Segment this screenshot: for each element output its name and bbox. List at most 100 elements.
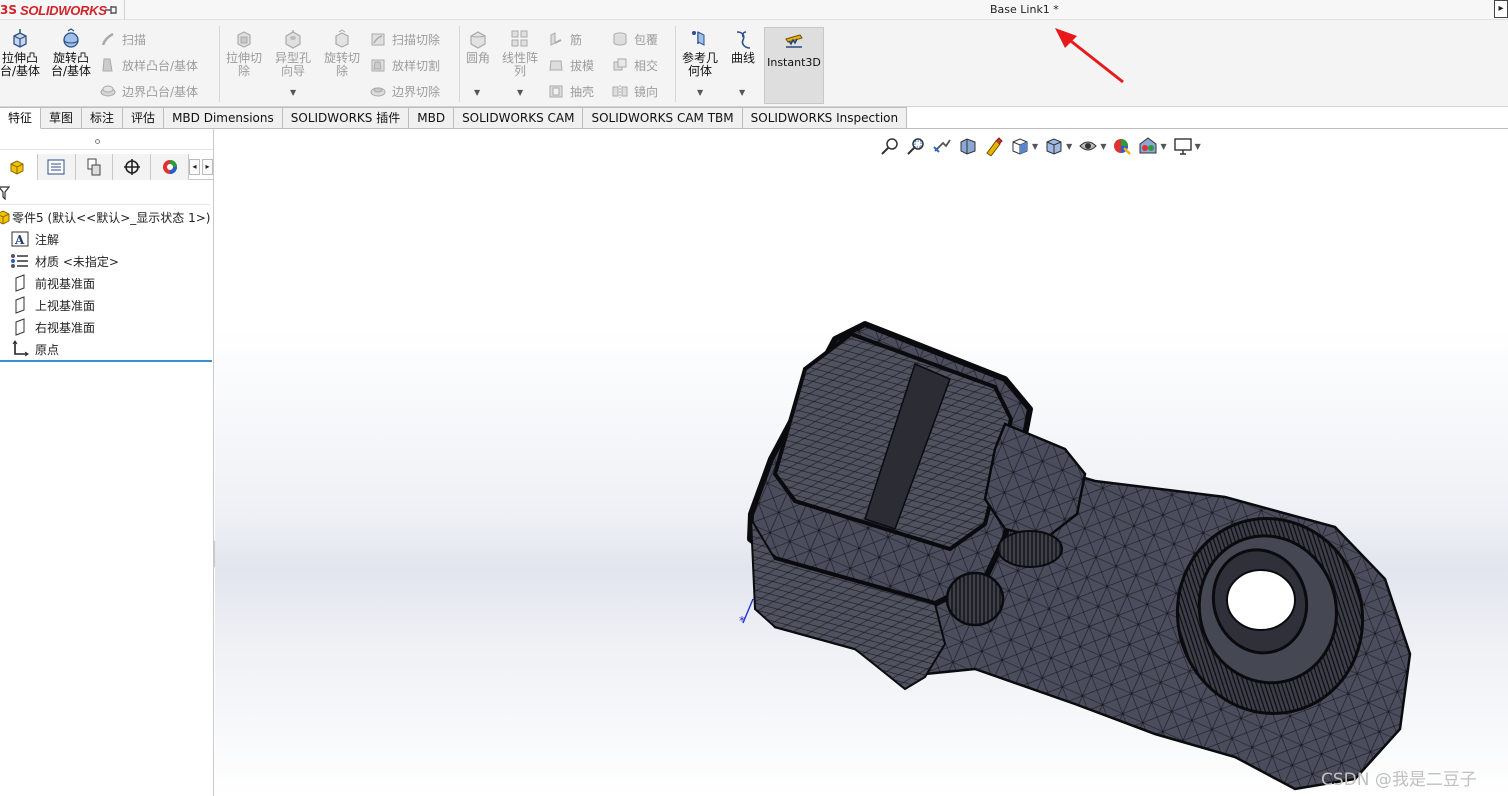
intersect-button[interactable]: 相交 bbox=[612, 55, 658, 75]
extrude-cut-label-2: 除 bbox=[237, 64, 250, 78]
boundary-boss-button[interactable]: 边界凸台/基体 bbox=[100, 81, 198, 101]
part-model[interactable]: * bbox=[215, 129, 1508, 796]
feature-manager-pane: ◂ ▸ 零件5 (默认<<默认>_显示状态 1>) A 注解 材质 <未指定> 前视基… bbox=[0, 129, 214, 796]
extrude-cut-label-1: 拉伸切 bbox=[225, 51, 262, 65]
linear-pattern-dropdown-icon[interactable]: ▼ bbox=[517, 88, 523, 97]
tree-item-label: 上视基准面 bbox=[35, 298, 96, 313]
draft-icon bbox=[549, 60, 563, 71]
tab-dimxpert-manager[interactable] bbox=[113, 154, 152, 180]
revolve-boss-label-2: 台/基体 bbox=[50, 64, 92, 78]
tab-configuration-manager[interactable] bbox=[75, 154, 114, 180]
tree-item-label: 原点 bbox=[35, 342, 60, 357]
extrude-cut-button[interactable]: 拉伸切 除 bbox=[222, 28, 266, 78]
watermark: CSDN @我是二豆子 bbox=[1321, 770, 1477, 790]
reference-geometry-button[interactable]: 参考几 何体 bbox=[678, 28, 722, 78]
ribbon-divider bbox=[219, 26, 220, 102]
tree-root-part[interactable]: 零件5 (默认<<默认>_显示状态 1>) bbox=[0, 207, 210, 227]
filter-icon bbox=[0, 186, 10, 200]
material-icon bbox=[10, 252, 30, 270]
grip-dot-icon bbox=[95, 139, 100, 144]
tab-display-manager[interactable] bbox=[151, 154, 189, 180]
tab-property-manager[interactable] bbox=[37, 154, 76, 180]
tab-2[interactable]: 标注 bbox=[82, 107, 124, 129]
wrap-button[interactable]: 包覆 bbox=[612, 29, 658, 49]
origin-icon bbox=[10, 340, 30, 358]
revolve-boss-button[interactable]: 旋转凸 台/基体 bbox=[48, 28, 94, 78]
rollback-bar[interactable] bbox=[0, 360, 212, 362]
revolve-cut-label-1: 旋转切 bbox=[323, 51, 360, 65]
tab-feature-manager[interactable] bbox=[0, 154, 38, 180]
tab-5[interactable]: SOLIDWORKS 插件 bbox=[282, 107, 410, 129]
tab-6[interactable]: MBD bbox=[409, 107, 455, 129]
curves-button[interactable]: 曲线 bbox=[726, 28, 760, 65]
revolve-cut-icon bbox=[335, 29, 349, 48]
reference-geometry-dropdown-icon[interactable]: ▼ bbox=[697, 88, 703, 97]
red-arrow-icon bbox=[1055, 28, 1124, 84]
linear-pattern-label-2: 列 bbox=[513, 64, 526, 78]
tab-1[interactable]: 草图 bbox=[41, 107, 83, 129]
hole-wizard-dropdown-icon[interactable]: ▼ bbox=[290, 88, 296, 97]
tab-3[interactable]: 评估 bbox=[123, 107, 165, 129]
lofted-cut-label: 放样切割 bbox=[392, 58, 441, 73]
fillet-dropdown-icon[interactable]: ▼ bbox=[474, 88, 480, 97]
curves-dropdown-icon[interactable]: ▼ bbox=[739, 88, 745, 97]
tree-item-1[interactable]: 材质 <未指定> bbox=[10, 251, 119, 271]
graphics-viewport[interactable]: ▼ ▼ ▼ ▼ ▼ * CSDN @我是二豆子 bbox=[215, 129, 1508, 796]
tree-item-5[interactable]: 原点 bbox=[10, 339, 59, 359]
extrude-cut-icon bbox=[237, 31, 251, 48]
extrude-boss-button[interactable]: 拉伸凸 台/基体 bbox=[0, 28, 42, 78]
configuration-manager-icon bbox=[87, 158, 101, 176]
fillet-button[interactable]: 圆角 bbox=[462, 28, 494, 65]
rib-button[interactable]: 筋 bbox=[548, 29, 582, 49]
expand-window-button[interactable]: ▸ bbox=[1494, 0, 1508, 18]
tree-item-2[interactable]: 前视基准面 bbox=[10, 273, 95, 293]
tab-7[interactable]: SOLIDWORKS CAM bbox=[454, 107, 584, 129]
lofted-cut-button[interactable]: 放样切割 bbox=[370, 55, 440, 75]
sweep-button[interactable]: 扫描 bbox=[100, 29, 146, 49]
swept-cut-button[interactable]: 扫描切除 bbox=[370, 29, 440, 49]
pane-grip[interactable] bbox=[0, 132, 213, 150]
shell-button[interactable]: 抽壳 bbox=[548, 81, 594, 101]
command-manager: 拉伸凸 台/基体 旋转凸 台/基体 扫描 放样凸台/基体 边界凸台/基体 拉伸切… bbox=[0, 20, 1508, 107]
extrude-boss-label-1: 拉伸凸 bbox=[1, 51, 38, 65]
brand-name-a: SOLID bbox=[20, 2, 59, 18]
mirror-icon bbox=[612, 85, 628, 98]
scroll-left-icon[interactable]: ◂ bbox=[188, 159, 200, 175]
linear-pattern-button[interactable]: 线性阵 列 bbox=[498, 28, 542, 78]
tree-root-label: 零件5 (默认<<默认>_显示状态 1>) bbox=[12, 210, 211, 225]
hole-wizard-label-2: 向导 bbox=[280, 64, 305, 78]
feature-manager-icon bbox=[10, 160, 24, 175]
mirror-button[interactable]: 镜向 bbox=[612, 81, 658, 101]
tab-4[interactable]: MBD Dimensions bbox=[164, 107, 283, 129]
tree-item-label: 右视基准面 bbox=[35, 320, 96, 335]
hole-wizard-button[interactable]: 异型孔 向导 bbox=[271, 28, 315, 78]
loft-boss-label: 放样凸台/基体 bbox=[122, 58, 199, 73]
tree-item-4[interactable]: 右视基准面 bbox=[10, 317, 95, 337]
scroll-right-icon[interactable]: ▸ bbox=[201, 159, 213, 175]
boundary-cut-button[interactable]: 边界切除 bbox=[370, 81, 440, 101]
tab-0[interactable]: 特征 bbox=[0, 107, 42, 129]
command-tabs: 特征 草图 标注 评估 MBD Dimensions SOLIDWORKS 插件 MBD SO… bbox=[0, 107, 908, 129]
crosshair-icon bbox=[123, 159, 140, 175]
sweep-icon bbox=[101, 32, 114, 46]
revolve-cut-button[interactable]: 旋转切 除 bbox=[320, 28, 364, 78]
annotation-arrow-icon bbox=[1255, 147, 1345, 217]
plane-icon bbox=[10, 296, 30, 314]
loft-boss-button[interactable]: 放样凸台/基体 bbox=[100, 55, 198, 75]
tree-item-0[interactable]: A 注解 bbox=[10, 229, 59, 249]
solidworks-logo[interactable]: 3S SOLIDWORKS bbox=[0, 2, 107, 18]
intersect-icon bbox=[613, 58, 627, 71]
tree-filter[interactable] bbox=[0, 181, 210, 205]
lofted-cut-icon bbox=[371, 59, 385, 72]
tab-8[interactable]: SOLIDWORKS CAM TBM bbox=[583, 107, 743, 129]
fillet-label: 圆角 bbox=[465, 51, 490, 65]
draft-button[interactable]: 拔模 bbox=[548, 55, 594, 75]
swept-cut-label: 扫描切除 bbox=[392, 32, 441, 47]
pin-icon[interactable] bbox=[103, 3, 119, 17]
svg-text:A: A bbox=[14, 233, 25, 247]
tab-9[interactable]: SOLIDWORKS Inspection bbox=[742, 107, 908, 129]
tree-item-3[interactable]: 上视基准面 bbox=[10, 295, 95, 315]
title-bar: 3S SOLIDWORKS Base Link1 * ▸ bbox=[0, 0, 1508, 20]
rib-label: 筋 bbox=[570, 32, 583, 47]
instant3d-button[interactable]: Instant3D bbox=[764, 27, 824, 104]
